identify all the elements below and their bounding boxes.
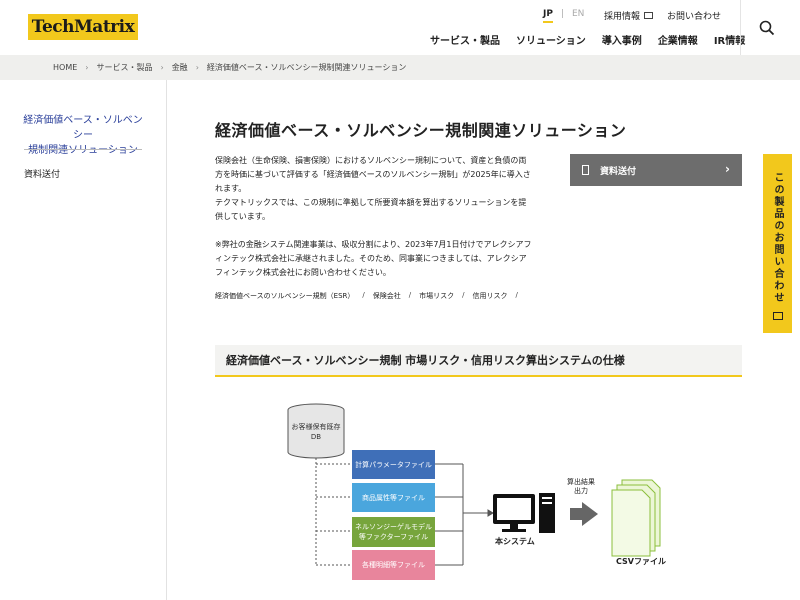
output-label: 算出結果出力	[567, 478, 595, 495]
system-connectors	[435, 463, 494, 566]
chevron-right-icon: ›	[160, 63, 164, 72]
tag-separator: /	[408, 291, 412, 299]
nav-solutions[interactable]: ソリューション	[516, 32, 586, 47]
product-contact-label: この製品のお問い合わせ	[772, 172, 783, 304]
logo-text: TechMatrix	[31, 17, 135, 37]
lang-jp[interactable]: JP	[543, 9, 553, 23]
product-contact-tab[interactable]: この製品のお問い合わせ	[763, 154, 792, 333]
chevron-right-icon: ›	[725, 162, 730, 176]
recruit-label: 採用情報	[604, 12, 641, 22]
system-label: 本システム	[495, 537, 535, 546]
breadcrumb-current: 経済価値ベース・ソルベンシー規制関連ソリューション	[206, 63, 407, 72]
nav-services[interactable]: サービス・製品	[430, 32, 500, 47]
file-box-product-attrs: 商品属性等ファイル	[352, 483, 435, 512]
csv-label: CSVファイル	[616, 557, 666, 566]
tag-esr[interactable]: 経済価値ベースのソルベンシー規制（ESR）	[215, 291, 354, 301]
note-line: ィンテック株式会社に承継されました。そのため、同事業につきましては、アレクシア	[215, 254, 527, 263]
nav-company[interactable]: 企業情報	[658, 32, 698, 47]
lang-en[interactable]: EN	[572, 9, 584, 23]
breadcrumb-finance[interactable]: 金融	[172, 62, 188, 73]
intro-line: 保険会社（生命保険、損害保険）におけるソルベンシー規制について、資産と負債の両	[215, 156, 527, 165]
search-icon	[759, 20, 774, 35]
output-arrow-icon	[570, 502, 598, 526]
techmatrix-logo[interactable]: TechMatrix	[28, 14, 138, 40]
breadcrumb: HOME › サービス・製品 › 金融 › 経済価値ベース・ソルベンシー規制関連…	[0, 55, 800, 80]
tag-separator: /	[515, 291, 518, 299]
search-button[interactable]	[740, 0, 792, 55]
recruit-link[interactable]: 採用情報	[604, 9, 654, 22]
tag-separator: /	[362, 291, 365, 299]
page-title: 経済価値ベース・ソルベンシー規制関連ソリューション	[215, 121, 627, 140]
nav-case-studies[interactable]: 導入事例	[602, 32, 642, 47]
intro-line: テクマトリックスでは、この規制に準拠して所要資本額を算出するソリューションを提	[215, 198, 527, 207]
document-request-label: 資料送付	[600, 166, 637, 177]
document-icon	[582, 165, 589, 175]
breadcrumb-home[interactable]: HOME	[53, 63, 77, 72]
csv-file-icon	[611, 479, 661, 557]
db-connectors	[315, 458, 350, 566]
intro-line: 方を時価に基づいて評価する「経済価値ベースのソルベンシー規制」が2025年に導入…	[215, 170, 531, 179]
note-line: ※弊社の金融システム関連事業は、吸収分割により、2023年7月1日付けでアレクシ…	[215, 240, 532, 249]
contact-label: お問い合わせ	[667, 12, 722, 22]
sidebar: 経済価値ベース・ソルベンシー 規制関連ソリューション 資料送付	[0, 80, 167, 600]
intro-line: れます。	[215, 184, 247, 193]
language-switcher: JP | EN	[543, 9, 584, 23]
section-heading: 経済価値ベース・ソルベンシー規制 市場リスク・信用リスク算出システムの仕様	[215, 345, 742, 377]
tag-credit-risk[interactable]: 信用リスク	[472, 291, 507, 301]
sidebar-item-document-request[interactable]: 資料送付	[24, 167, 60, 180]
file-box-details: 各種明細等ファイル	[352, 550, 435, 580]
tag-insurance[interactable]: 保険会社	[373, 291, 401, 301]
tag-market-risk[interactable]: 市場リスク	[419, 291, 454, 301]
sidebar-title-line1: 経済価値ベース・ソルベンシー	[23, 115, 143, 141]
sidebar-divider	[24, 149, 142, 150]
database-label: お客様保有既存DB	[291, 423, 341, 441]
chevron-right-icon: ›	[85, 63, 89, 72]
tag-separator: /	[462, 291, 465, 299]
document-request-button[interactable]: 資料送付 ›	[570, 154, 742, 186]
note-line: フィンテック株式会社にお問い合わせください。	[215, 268, 391, 277]
intro-text: 保険会社（生命保険、損害保険）におけるソルベンシー規制について、資産と負債の両 …	[215, 154, 533, 280]
system-diagram: お客様保有既存DB 計算パラメータファイル 商品属性等ファイル ネルソンジーゲル…	[280, 400, 680, 600]
breadcrumb-services[interactable]: サービス・製品	[96, 62, 152, 73]
intro-line: 供しています。	[215, 212, 270, 221]
computer-icon	[493, 493, 555, 533]
site-header: TechMatrix JP | EN 採用情報 お問い合わせ サービス・製品 ソ…	[0, 0, 800, 55]
chevron-right-icon: ›	[195, 63, 199, 72]
tag-list: 経済価値ベースのソルベンシー規制（ESR） / 保険会社 / 市場リスク / 信…	[215, 291, 518, 301]
file-box-factor: ネルソンジーゲルモデル等ファクターファイル	[352, 517, 435, 547]
sidebar-title[interactable]: 経済価値ベース・ソルベンシー 規制関連ソリューション	[20, 113, 146, 158]
lang-separator: |	[560, 9, 564, 19]
external-link-icon	[644, 12, 654, 19]
file-box-calc-params: 計算パラメータファイル	[352, 450, 435, 479]
contact-link[interactable]: お問い合わせ	[667, 9, 721, 22]
mail-icon	[772, 312, 783, 320]
global-nav: サービス・製品 ソリューション 導入事例 企業情報 IR情報	[430, 32, 745, 47]
sidebar-title-line2: 規制関連ソリューション	[28, 145, 138, 156]
